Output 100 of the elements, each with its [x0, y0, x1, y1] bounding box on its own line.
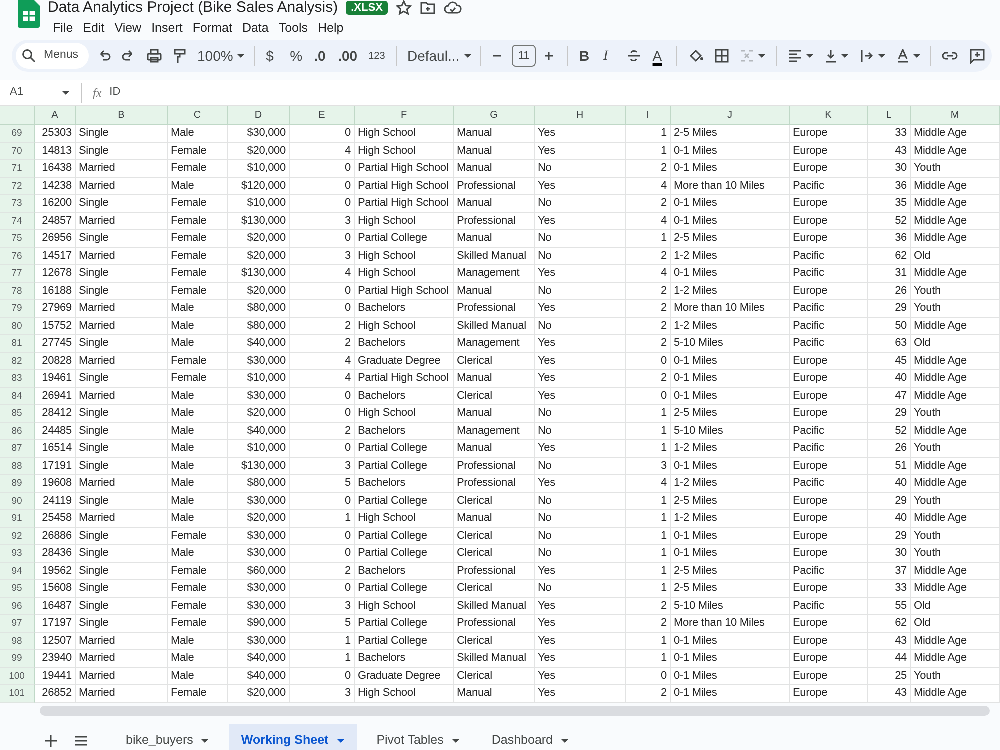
sheet-tab[interactable]: Dashboard: [480, 724, 582, 750]
menu-item[interactable]: Insert: [146, 20, 188, 36]
cloud-icon[interactable]: [444, 0, 462, 16]
number-format-button[interactable]: 123: [364, 43, 389, 69]
row-header[interactable]: 99: [0, 650, 35, 668]
row-header[interactable]: 98: [0, 632, 35, 650]
row-header[interactable]: 87: [0, 440, 35, 458]
decrease-decimal-button[interactable]: .0: [310, 43, 330, 69]
menu-item[interactable]: Data: [237, 20, 274, 36]
caret-icon[interactable]: [758, 53, 766, 59]
row-header[interactable]: 78: [0, 282, 35, 300]
row-header[interactable]: 91: [0, 510, 35, 528]
column-header[interactable]: D: [228, 106, 290, 125]
sheet-tab[interactable]: Working Sheet: [229, 724, 357, 750]
caret-icon[interactable]: [840, 53, 849, 59]
increase-decimal-button[interactable]: .00: [334, 43, 361, 69]
row-header[interactable]: 85: [0, 405, 35, 422]
row-header[interactable]: 96: [0, 598, 35, 615]
caret-icon[interactable]: [62, 90, 70, 96]
caret-icon[interactable]: [237, 53, 246, 59]
table-cell: 1: [626, 492, 671, 510]
row-header[interactable]: 94: [0, 562, 35, 580]
caret-icon[interactable]: [806, 53, 814, 59]
column-header[interactable]: I: [626, 106, 671, 125]
menu-item[interactable]: Tools: [274, 20, 314, 36]
row-header[interactable]: 84: [0, 388, 35, 405]
caret-icon[interactable]: [336, 738, 345, 744]
row-header[interactable]: 72: [0, 178, 35, 195]
row-header[interactable]: 80: [0, 318, 35, 335]
row-header[interactable]: 73: [0, 195, 35, 212]
row-header[interactable]: 86: [0, 422, 35, 440]
row-header[interactable]: 76: [0, 248, 35, 265]
row-header[interactable]: 70: [0, 142, 35, 160]
column-header[interactable]: M: [911, 106, 1000, 125]
table-cell: No: [535, 528, 626, 545]
row-header[interactable]: 74: [0, 212, 35, 230]
row-header[interactable]: 92: [0, 528, 35, 545]
caret-icon[interactable]: [912, 53, 921, 59]
column-header[interactable]: B: [76, 106, 168, 125]
table-cell: Male: [168, 422, 228, 440]
font-dropdown[interactable]: Defaul...: [403, 43, 473, 69]
percent-button[interactable]: %: [286, 43, 306, 69]
caret-icon[interactable]: [561, 738, 570, 744]
table-cell: 4: [626, 475, 671, 492]
sheet-tab[interactable]: bike_buyers: [114, 724, 222, 750]
column-header[interactable]: L: [868, 106, 911, 125]
name-box[interactable]: A1: [0, 84, 70, 101]
table-cell: $30,000: [228, 492, 290, 510]
row-header[interactable]: 95: [0, 580, 35, 598]
column-header[interactable]: F: [355, 106, 454, 125]
row-header[interactable]: 101: [0, 685, 35, 702]
column-header[interactable]: H: [535, 106, 626, 125]
zoom-dropdown[interactable]: 100%: [194, 43, 248, 69]
row-header[interactable]: 69: [0, 125, 35, 142]
menu-search-field[interactable]: Menus: [16, 43, 89, 69]
text-color-button[interactable]: A: [648, 43, 669, 69]
row-header[interactable]: 75: [0, 230, 35, 248]
scrollbar[interactable]: [40, 706, 990, 716]
row-header[interactable]: 71: [0, 160, 35, 178]
row-header[interactable]: 93: [0, 545, 35, 562]
column-header[interactable]: E: [290, 106, 355, 125]
row-header[interactable]: 83: [0, 370, 35, 388]
row-header[interactable]: 79: [0, 300, 35, 318]
caret-icon[interactable]: [452, 738, 460, 744]
bold-button[interactable]: B: [575, 43, 596, 69]
row-header[interactable]: 97: [0, 615, 35, 632]
formula-field[interactable]: ID: [110, 84, 1000, 101]
row-header[interactable]: 81: [0, 335, 35, 352]
caret-icon[interactable]: [878, 53, 886, 59]
column-header[interactable]: C: [168, 106, 228, 125]
menu-item[interactable]: File: [48, 20, 78, 36]
file-type-badge: .XLSX: [346, 1, 388, 15]
sheet-tab[interactable]: Pivot Tables: [364, 724, 472, 750]
column-header[interactable]: G: [454, 106, 535, 125]
table-cell: Partial College: [355, 580, 454, 598]
star-icon[interactable]: [396, 0, 412, 16]
menu-item[interactable]: Format: [188, 20, 238, 36]
caret-icon[interactable]: [201, 738, 210, 744]
column-header[interactable]: A: [35, 106, 76, 125]
row-header[interactable]: 89: [0, 475, 35, 492]
column-header[interactable]: K: [790, 106, 868, 125]
row-header[interactable]: 77: [0, 265, 35, 282]
move-folder-icon[interactable]: [420, 0, 436, 16]
font-size-field[interactable]: 11: [512, 45, 536, 67]
menu-item[interactable]: Help: [313, 20, 349, 36]
table-cell: $30,000: [228, 545, 290, 562]
column-header[interactable]: J: [671, 106, 790, 125]
menu-item[interactable]: Edit: [78, 20, 110, 36]
table-cell: $30,000: [228, 580, 290, 598]
row-header[interactable]: 88: [0, 458, 35, 475]
row-header[interactable]: 90: [0, 492, 35, 510]
menu-item[interactable]: View: [110, 20, 147, 36]
row-header[interactable]: 82: [0, 352, 35, 370]
row-header[interactable]: 100: [0, 668, 35, 685]
sheets-logo-icon[interactable]: [18, 0, 40, 28]
table-cell: Single: [76, 230, 168, 248]
currency-button[interactable]: $: [262, 43, 282, 69]
caret-icon[interactable]: [464, 53, 472, 59]
add-sheet-icon: [44, 734, 58, 748]
italic-button[interactable]: I: [599, 43, 620, 69]
